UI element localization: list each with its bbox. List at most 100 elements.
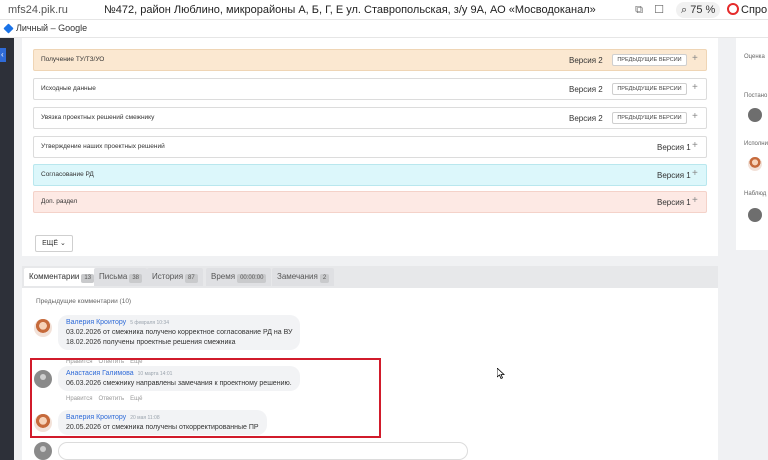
user-avatar[interactable] [748,157,762,171]
tab-history[interactable]: История 87 [147,268,203,286]
tab-remarks[interactable]: Замечания 2 [272,268,335,286]
zoom-search-icon: ⌕ [681,4,691,16]
avatar[interactable] [34,370,52,388]
comments-area: Предыдущие комментарии (10) Валерия Крои… [22,288,718,460]
zoom-indicator[interactable]: ⌕ 75 % [676,2,721,18]
section-row[interactable]: Согласование РД Версия 1 + [33,164,707,186]
tab-letters[interactable]: Письма 38 [94,268,148,286]
more-dropdown[interactable]: ЕЩЁ ⌄ [35,235,73,252]
comment-date: 10 марта 14:01 [137,371,173,377]
rating-label: Оценка [744,54,765,60]
section-version: Версия 2 [569,114,603,123]
section-version: Версия 1 [657,143,691,152]
executor-label: Исполни [744,141,768,147]
section-version: Версия 2 [569,85,603,94]
section-version: Версия 1 [657,198,691,207]
comment-author[interactable]: Валерия Кроитору [66,319,126,326]
user-avatar[interactable] [748,208,762,222]
comment-text: 18.02.2026 получены проектные решения см… [66,339,236,346]
section-name: Согласование РД [41,171,94,178]
comment-author[interactable]: Валерия Кроитору [66,414,126,421]
comment-bubble: Валерия Кроитору 20 мая 11:08 20.05.2026 … [58,410,267,435]
tab-count: 00:00:00 [237,274,267,283]
like-link[interactable]: Нравится [66,359,92,365]
profile-label[interactable]: Личный – Google [16,23,87,33]
mouse-cursor-icon [497,368,505,379]
previous-versions-button[interactable]: ПРЕДЫДУЩИЕ ВЕРСИИ [612,83,687,95]
section-name: Утверждение наших проектных решений [41,143,165,150]
url-text[interactable]: mfs24.pik.ru [8,4,68,16]
help-label: Спро [741,4,768,16]
section-version: Версия 1 [657,171,691,180]
google-drive-icon [3,23,14,34]
section-row[interactable]: Доп. раздел Версия 1 + [33,191,707,213]
previous-versions-button[interactable]: ПРЕДЫДУЩИЕ ВЕРСИИ [612,54,687,66]
more-link[interactable]: Ещё [130,396,142,402]
set-by-label: Постано [744,93,768,99]
comment-bubble: Валерия Кроитору 5 февраля 10:34 03.02.20… [58,315,301,350]
more-link[interactable]: Ещё [130,359,142,365]
help-icon [727,3,739,15]
tab-search-icon[interactable]: ⧉ [632,3,646,17]
comment-date: 5 февраля 10:34 [130,320,169,326]
comment-text: 20.05.2026 от смежника получены откоррек… [66,424,259,431]
profile-bar: Личный – Google [0,20,768,38]
avatar[interactable] [34,319,52,337]
section-name: Увязка проектных решений смежнику [41,114,155,121]
comment-author[interactable]: Анастасия Галимова [66,370,134,377]
chevron-left-icon[interactable]: ‹ [1,50,4,59]
tab-label: История [152,272,184,281]
section-row[interactable]: Исходные данные Версия 2 ПРЕДЫДУЩИЕ ВЕРС… [33,78,707,100]
section-row[interactable]: Увязка проектных решений смежнику Версия… [33,107,707,129]
comment-text: 03.02.2026 от смежника получено корректн… [66,329,293,336]
expand-plus-icon[interactable]: + [692,195,698,206]
more-label: ЕЩЁ [42,240,59,247]
tab-count: 87 [185,274,198,283]
expand-plus-icon[interactable]: + [692,82,698,93]
sections-card: Получение ТУ/ТЗ/УО Версия 2 ПРЕДЫДУЩИЕ В… [22,38,718,256]
comment-date: 20 мая 11:08 [130,415,160,421]
reply-link[interactable]: Ответить [98,359,124,365]
section-version: Версия 2 [569,56,603,65]
section-name: Получение ТУ/ТЗ/УО [41,56,105,63]
section-name: Доп. раздел [41,198,78,205]
right-panel: Оценка Постано Исполни Наблюд [736,38,768,250]
user-avatar[interactable] [748,108,762,122]
tab-count: 2 [319,274,330,283]
tab-label: Замечания [277,272,318,281]
chevron-down-icon: ⌄ [59,240,66,247]
avatar[interactable] [34,414,52,432]
observers-label: Наблюд [744,191,767,197]
page-title: №472, район Люблино, микрорайоны А, Б, Г… [104,4,596,16]
avatar [34,442,52,460]
section-name: Исходные данные [41,85,96,92]
comment-bubble: Анастасия Галимова 10 марта 14:01 06.03.2… [58,366,300,391]
left-sidebar: ‹ [0,38,14,460]
expand-plus-icon[interactable]: + [692,53,698,64]
like-link[interactable]: Нравится [66,396,92,402]
section-row[interactable]: Утверждение наших проектных решений Верс… [33,136,707,158]
comment-input[interactable] [58,442,468,460]
expand-plus-icon[interactable]: + [692,140,698,151]
expand-plus-icon[interactable]: + [692,168,698,179]
tab-label: Комментарии [29,272,80,281]
tab-count: 38 [129,274,143,283]
tab-label: Время [211,272,236,281]
zoom-value: 75 % [690,4,716,16]
expand-plus-icon[interactable]: + [692,111,698,122]
help-button[interactable]: Спро [727,3,767,16]
reply-link[interactable]: Ответить [98,396,124,402]
tab-comments[interactable]: Комментарии 13 [24,268,100,286]
previous-versions-button[interactable]: ПРЕДЫДУЩИЕ ВЕРСИИ [612,112,687,124]
page-body: ‹ Получение ТУ/ТЗ/УО Версия 2 ПРЕДЫДУЩИЕ… [0,38,768,460]
comment-actions: Нравится Ответить Ещё [66,359,148,365]
comment-actions: Нравится Ответить Ещё [66,396,148,402]
previous-comments-link[interactable]: Предыдущие комментарии (10) [36,298,131,305]
section-row[interactable]: Получение ТУ/ТЗ/УО Версия 2 ПРЕДЫДУЩИЕ В… [33,49,707,71]
comment-text: 06.03.2026 смежнику направлены замечания… [66,380,292,387]
browser-topbar: mfs24.pik.ru №472, район Люблино, микрор… [0,0,768,20]
tab-bar: Комментарии 13 Письма 38 История 87 Время 00… [22,266,718,288]
tab-label: Письма [99,272,128,281]
tab-time[interactable]: Время 00:00:00 [206,268,272,286]
bookmark-icon[interactable]: ☐ [652,3,666,17]
